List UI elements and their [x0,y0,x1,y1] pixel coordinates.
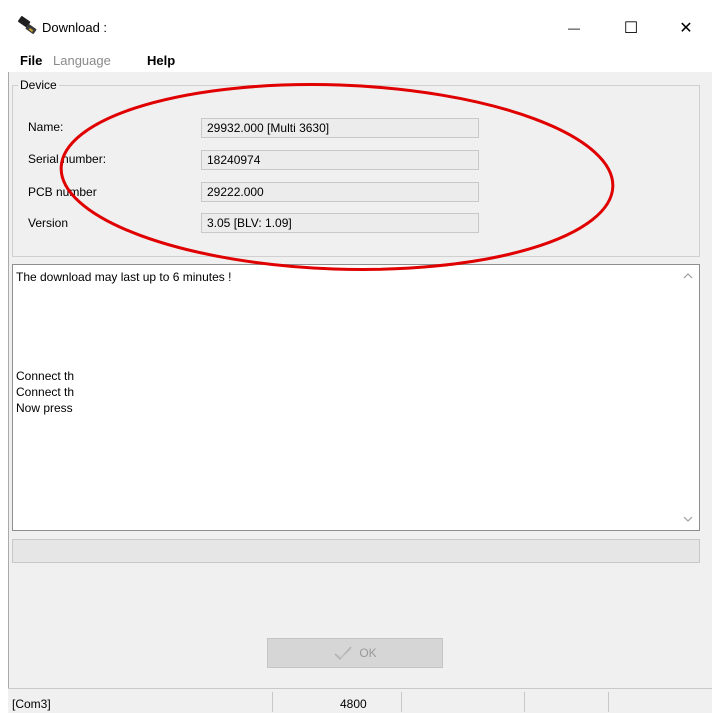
checkmark-icon [334,646,352,660]
menu-language[interactable]: Language [53,53,111,68]
pcb-number-field: 29222.000 [201,182,479,202]
pcb-number-label: PCB number [28,185,97,199]
serial-number-label: Serial number: [28,152,107,166]
background-strip [0,0,712,8]
serial-number-field: 18240974 [201,150,479,170]
menu-bar [8,48,712,72]
name-field: 29932.000 [Multi 3630] [201,118,479,138]
close-icon: ✕ [679,20,693,37]
title-bar [8,8,712,48]
scroll-down-button[interactable] [680,511,696,527]
log-line: Connect th [16,369,75,383]
status-separator [401,692,402,712]
menu-file[interactable]: File [20,53,42,68]
close-button[interactable]: ✕ [666,14,706,42]
minimize-button[interactable]: — [554,14,594,42]
chevron-up-icon [683,273,693,279]
ok-button[interactable]: OK [267,638,443,668]
log-line: The download may last up to 6 minutes ! [16,270,232,284]
minimize-icon: — [568,21,580,35]
name-label: Name: [28,120,64,134]
log-line: Connect th [16,385,75,399]
menu-help[interactable]: Help [147,53,175,68]
status-separator [524,692,525,712]
version-field: 3.05 [BLV: 1.09] [201,213,479,233]
download-progress-bar [12,539,700,563]
window-title: Download : [42,20,108,35]
maximize-icon: ☐ [623,20,639,37]
version-label: Version [28,216,69,230]
log-line: Now press [16,401,73,415]
status-baud: 4800 [340,697,367,711]
status-separator [272,692,273,712]
scroll-up-button[interactable] [680,268,696,284]
status-separator [608,692,609,712]
cable-plug-icon [16,15,40,39]
device-group-title: Device [18,78,59,92]
status-port: [Com3] [12,697,51,711]
ok-button-label: OK [359,646,377,660]
chevron-down-icon [683,516,693,522]
log-textbox[interactable] [12,264,700,531]
maximize-button[interactable]: ☐ [611,14,651,42]
